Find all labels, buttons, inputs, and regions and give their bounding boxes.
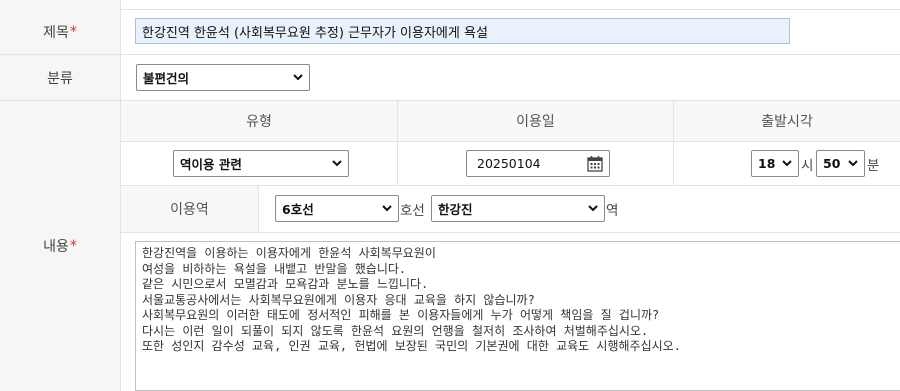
values-divider-2 <box>673 142 674 185</box>
chevron-down-icon <box>588 202 598 214</box>
hour-select[interactable]: 18 <box>751 150 799 177</box>
date-input-value: 20250104 <box>477 156 541 171</box>
title-label: 제목 <box>43 24 69 41</box>
date-header-cell: 이용일 <box>398 101 674 141</box>
hour-select-value: 18 <box>758 156 776 171</box>
station-unit: 역 <box>606 203 619 219</box>
chevron-down-icon <box>293 71 303 83</box>
category-label-cell: 분류 <box>0 55 121 100</box>
station-label-cell: 이용역 <box>121 186 259 232</box>
content-label: 내용 <box>43 239 69 255</box>
station-select-value: 한강진 <box>438 202 473 217</box>
required-mark: * <box>69 238 77 254</box>
content-label-cell: 내용 * <box>0 101 121 391</box>
station-select[interactable]: 한강진 <box>431 195 605 222</box>
required-mark: * <box>69 23 77 40</box>
content-textarea[interactable]: 한강진역을 이용하는 이용자에게 한윤석 사회복무요원이 여성을 비하하는 욕설… <box>135 241 900 391</box>
chevron-down-icon <box>848 157 858 169</box>
values-divider-1 <box>397 142 398 185</box>
time-header-cell: 출발시각 <box>674 101 900 141</box>
line-select[interactable]: 6호선 <box>275 195 399 222</box>
line-unit: 호선 <box>400 203 425 219</box>
category-row: 분류 <box>0 55 900 101</box>
minute-select-value: 50 <box>823 156 841 171</box>
type-header-cell: 유형 <box>121 101 398 141</box>
type-select[interactable]: 역이용 관련 <box>173 150 349 177</box>
category-select-value: 불편건의 <box>143 71 190 86</box>
calendar-icon[interactable] <box>587 155 603 172</box>
column-header-row: 유형 이용일 출발시각 <box>121 101 900 142</box>
minute-select[interactable]: 50 <box>816 150 865 177</box>
type-select-value: 역이용 관련 <box>180 157 242 172</box>
date-header: 이용일 <box>516 114 555 130</box>
line-select-value: 6호선 <box>282 202 314 217</box>
time-header: 출발시각 <box>761 114 813 130</box>
hour-unit: 시 <box>801 158 814 174</box>
chevron-down-icon <box>332 157 342 169</box>
date-input[interactable]: 20250104 <box>466 150 610 177</box>
station-label: 이용역 <box>170 202 209 218</box>
category-label: 분류 <box>47 70 73 87</box>
chevron-down-icon <box>382 202 392 214</box>
chevron-down-icon <box>782 157 792 169</box>
title-label-cell: 제목 * <box>0 9 121 54</box>
title-input[interactable] <box>135 18 790 44</box>
type-header: 유형 <box>246 114 272 130</box>
minute-unit: 분 <box>867 158 880 174</box>
top-edge-label-cell <box>0 0 121 9</box>
category-select[interactable]: 불편건의 <box>136 64 310 91</box>
